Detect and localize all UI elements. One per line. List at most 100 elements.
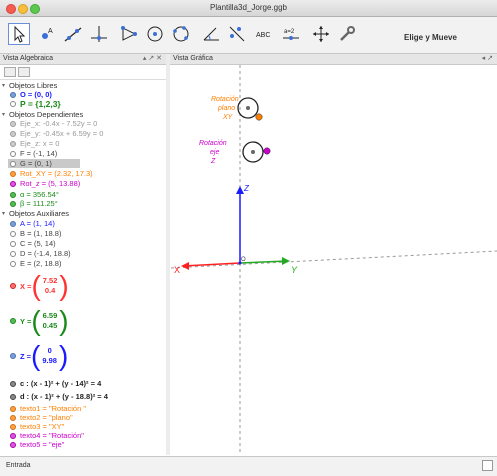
- slider-tool-button[interactable]: a=2: [280, 23, 302, 45]
- move-view-tool-button[interactable]: [310, 23, 332, 45]
- origin-point[interactable]: [238, 261, 242, 265]
- settings-tool-button[interactable]: [336, 23, 358, 45]
- list-item[interactable]: E = (2, 18.8): [10, 259, 61, 268]
- visibility-icon[interactable]: [10, 191, 16, 198]
- list-item[interactable]: texto3 = "XY": [10, 422, 64, 431]
- rotation-z-center: [251, 150, 255, 154]
- visibility-icon[interactable]: [10, 220, 16, 227]
- matrix-col: 0 9.98: [42, 346, 57, 366]
- visibility-icon[interactable]: [10, 414, 16, 421]
- rotation-z-handle[interactable]: [263, 147, 271, 155]
- reflect-tool-button[interactable]: [226, 23, 248, 45]
- visibility-icon[interactable]: [10, 432, 16, 439]
- free-objects-label: Objetos Libres: [9, 81, 58, 90]
- algebra-view[interactable]: ▾ Objetos Libres O = (0, 0) P = {1,2,3} ▾…: [0, 65, 167, 455]
- visibility-icon[interactable]: [10, 405, 16, 412]
- list-item[interactable]: C = (5, 14): [10, 239, 56, 248]
- algebra-view-controls[interactable]: ▴ ↗ ✕: [143, 54, 162, 62]
- view-splitter[interactable]: [166, 54, 170, 455]
- list-item[interactable]: texto2 = "plano": [10, 413, 73, 422]
- graphics-canvas[interactable]: X Y Z O Rotación plano XY Rotación eje Z: [171, 65, 497, 455]
- free-objects-header[interactable]: ▾ Objetos Libres: [2, 81, 57, 90]
- visibility-icon[interactable]: [10, 140, 16, 147]
- visibility-icon[interactable]: [10, 260, 16, 267]
- list-item[interactable]: β = 111.25°: [10, 199, 58, 208]
- z-axis-label: Z: [243, 184, 250, 193]
- visibility-icon[interactable]: [10, 441, 16, 448]
- vector-row-y[interactable]: Y =(6.59 0.45): [10, 306, 69, 336]
- circle-tool-button[interactable]: [144, 23, 166, 45]
- list-item[interactable]: α = 356.54°: [10, 190, 59, 199]
- visibility-icon[interactable]: [10, 120, 16, 127]
- list-item[interactable]: Rot_XY = (2.32, 17.3): [10, 169, 93, 178]
- slider-icon: a=2: [283, 29, 299, 40]
- dependent-objects-header[interactable]: ▾ Objetos Dependientes: [2, 110, 83, 119]
- perpendicular-tool-button[interactable]: [88, 23, 110, 45]
- collapse-icon: ▾: [2, 112, 6, 118]
- vector-row-z[interactable]: Z =(0 9.98): [10, 341, 68, 371]
- visibility-icon[interactable]: [10, 130, 16, 137]
- list-item[interactable]: A = (1, 14): [10, 219, 55, 228]
- visibility-icon[interactable]: [10, 240, 16, 247]
- graphics-view-header: Vista Gráfica ◂ ↗: [170, 54, 497, 65]
- item-text: E = (2, 18.8): [20, 259, 62, 268]
- list-item[interactable]: D = (-1.4, 18.8): [10, 249, 71, 258]
- matrix-top: 7.52: [42, 276, 58, 285]
- matrix-paren-right: ): [59, 305, 69, 336]
- visibility-icon[interactable]: [10, 423, 16, 430]
- visibility-icon[interactable]: [10, 150, 16, 157]
- rotation-z-label-3: Z: [210, 158, 216, 165]
- sort-objects-button[interactable]: [18, 67, 30, 77]
- polygon-tool-button[interactable]: [118, 23, 140, 45]
- list-item[interactable]: B = (1, 18.8): [10, 229, 61, 238]
- list-item[interactable]: Eje_y: -0.45x + 6.59y = 0: [10, 129, 103, 138]
- graphics-view[interactable]: X Y Z O Rotación plano XY Rotación eje Z: [171, 65, 497, 455]
- visibility-icon[interactable]: [10, 170, 16, 177]
- window-title: Plantilla3d_Jorge.ggb: [210, 3, 287, 12]
- move-tool-button[interactable]: [8, 23, 30, 45]
- list-item[interactable]: d : (x - 1)² + (y - 18.8)² = 4: [10, 392, 108, 401]
- list-item[interactable]: Eje_x: -0.4x - 7.52y = 0: [10, 119, 97, 128]
- origin-label: O: [241, 257, 246, 263]
- visibility-icon[interactable]: [10, 250, 16, 257]
- rotation-z-label-2: eje: [210, 149, 219, 156]
- vector-row-x[interactable]: X =(7.52 0.4): [10, 271, 69, 301]
- input-bar[interactable]: Entrada: [0, 456, 497, 476]
- visibility-icon[interactable]: [10, 91, 16, 98]
- visibility-icon[interactable]: [10, 353, 16, 359]
- visibility-icon[interactable]: [10, 180, 16, 187]
- matrix-col: 6.59 0.45: [43, 311, 58, 331]
- visibility-icon[interactable]: [10, 200, 16, 207]
- list-item[interactable]: F = (-1, 14): [10, 149, 57, 158]
- angle-tool-button[interactable]: [200, 23, 222, 45]
- list-item[interactable]: texto4 = "Rotación": [10, 431, 84, 440]
- visibility-icon[interactable]: [10, 100, 16, 107]
- list-item-selected[interactable]: G = (0, 1): [8, 159, 80, 168]
- visibility-icon[interactable]: [10, 230, 16, 237]
- algebra-view-header: Vista Algebraica ▴ ↗ ✕: [0, 54, 166, 65]
- list-item[interactable]: texto5 = "eje": [10, 440, 64, 449]
- visibility-icon[interactable]: [10, 283, 16, 289]
- visibility-icon[interactable]: [10, 393, 16, 400]
- visibility-icon[interactable]: [10, 318, 16, 324]
- graphics-view-controls[interactable]: ◂ ↗: [482, 54, 493, 62]
- rotation-xy-handle[interactable]: [255, 113, 263, 121]
- show-auxiliary-button[interactable]: [4, 67, 16, 77]
- visibility-icon[interactable]: [10, 160, 16, 167]
- list-item[interactable]: Eje_z: x = 0: [10, 139, 59, 148]
- line-icon: [64, 27, 82, 42]
- list-item[interactable]: P = {1,2,3}: [10, 99, 61, 109]
- vector-z: Z =(0 9.98): [20, 342, 68, 370]
- circle-three-points-tool-button[interactable]: [170, 23, 192, 45]
- list-item[interactable]: texto1 = "Rotación ": [10, 404, 86, 413]
- point-tool-button[interactable]: A: [36, 23, 58, 45]
- visibility-icon[interactable]: [10, 380, 16, 387]
- matrix-paren-right: ): [58, 340, 69, 371]
- list-item[interactable]: c : (x - 1)² + (y - 14)² = 4: [10, 379, 101, 388]
- list-item[interactable]: Rot_z = (5, 13.88): [10, 179, 80, 188]
- line-tool-button[interactable]: [62, 23, 84, 45]
- auxiliary-objects-header[interactable]: ▾ Objetos Auxiliares: [2, 209, 69, 218]
- text-tool-button[interactable]: ABC: [254, 23, 276, 45]
- keyboard-icon[interactable]: [482, 460, 493, 471]
- settings-icon: [340, 26, 355, 41]
